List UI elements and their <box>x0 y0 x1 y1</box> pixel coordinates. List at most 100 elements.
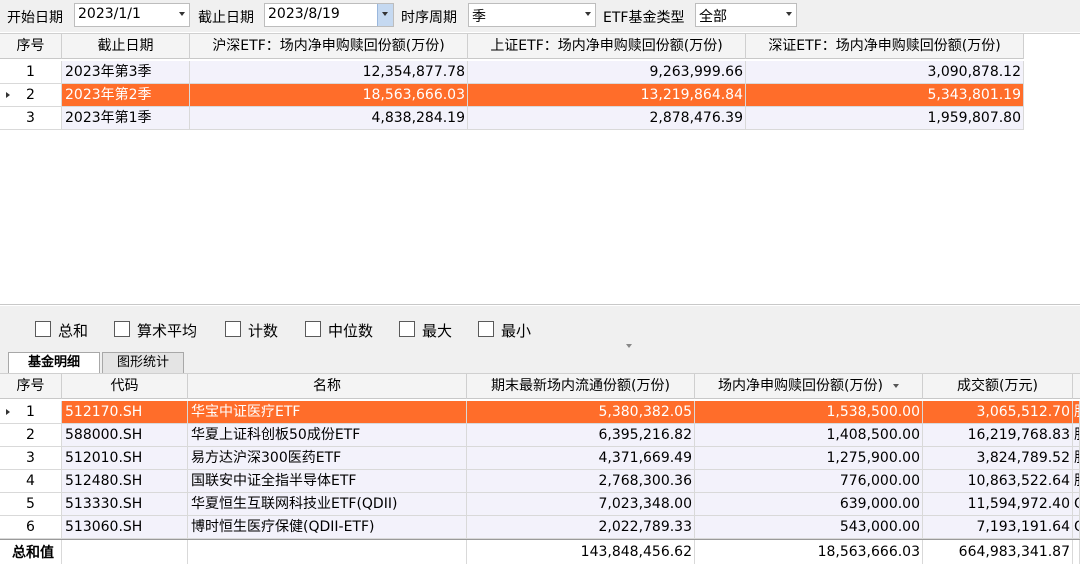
cell-shares: 4,371,669.49 <box>467 447 695 470</box>
cell-name: 华夏上证科创板50成份ETF <box>188 424 467 447</box>
table-row-selected[interactable]: 1 512170.SH 华宝中证医疗ETF 5,380,382.05 1,538… <box>0 401 1080 424</box>
end-date-value: 2023/8/19 <box>268 6 340 22</box>
chevron-down-icon[interactable] <box>786 12 792 16</box>
table-row[interactable]: 6 513060.SH 博时恒生医疗保健(QDII-ETF) 2,022,789… <box>0 516 1080 539</box>
cell-code: 588000.SH <box>62 424 188 447</box>
chevron-down-icon <box>382 12 388 16</box>
total-code <box>62 540 188 564</box>
col-header-index[interactable]: 序号 <box>0 374 62 399</box>
cell-hs-etf: 12,354,877.78 <box>190 61 468 84</box>
col-header-date[interactable]: 截止日期 <box>62 34 190 59</box>
total-shares: 143,848,456.62 <box>467 540 695 564</box>
count-label: 计数 <box>248 322 279 340</box>
row-index: 5 <box>0 493 62 516</box>
cell-date: 2023年第1季 <box>62 107 190 130</box>
cell-hs-etf: 4,838,284.19 <box>190 107 468 130</box>
cell-net: 543,000.00 <box>695 516 923 539</box>
median-label: 中位数 <box>328 322 374 340</box>
cell-overflow: 服 <box>1073 424 1080 447</box>
table-row[interactable]: 2 588000.SH 华夏上证科创板50成份ETF 6,395,216.82 … <box>0 424 1080 447</box>
splitter-caret-icon[interactable] <box>626 344 632 348</box>
total-overflow <box>1073 540 1080 564</box>
tab-strip: 基金明细 图形统计 <box>0 350 1080 374</box>
cell-overflow: Q <box>1073 493 1080 516</box>
cell-code: 513330.SH <box>62 493 188 516</box>
cell-date: 2023年第2季 <box>62 84 190 107</box>
start-date-picker[interactable]: 2023/1/1 <box>74 3 190 27</box>
col-header-shares[interactable]: 期末最新场内流通份额(万份) <box>467 374 695 399</box>
end-date-label: 截止日期 <box>198 10 254 26</box>
row-index: 6 <box>0 516 62 539</box>
checkbox-box[interactable] <box>35 321 51 337</box>
cell-code: 512170.SH <box>62 401 188 424</box>
col-header-name[interactable]: 名称 <box>188 374 467 399</box>
col-header-index[interactable]: 序号 <box>0 34 62 59</box>
detail-header: 序号 代码 名称 期末最新场内流通份额(万份) 场内净申购赎回份额(万份) 成交… <box>0 374 1080 399</box>
summary-header: 序号 截止日期 沪深ETF：场内净申购赎回份额(万份) 上证ETF：场内净申购赎… <box>0 34 1024 59</box>
table-row[interactable]: 5 513330.SH 华夏恒生互联网科技业ETF(QDII) 7,023,34… <box>0 493 1080 516</box>
cell-net: 1,408,500.00 <box>695 424 923 447</box>
cell-sz-etf: 5,343,801.19 <box>746 84 1024 107</box>
cell-shares: 6,395,216.82 <box>467 424 695 447</box>
row-index: 1 <box>0 401 62 424</box>
cell-sh-etf: 2,878,476.39 <box>468 107 746 130</box>
table-row[interactable]: 3 2023年第1季 4,838,284.19 2,878,476.39 1,9… <box>0 107 1024 130</box>
end-date-picker[interactable]: 2023/8/19 <box>264 3 394 27</box>
period-label: 时序周期 <box>401 10 457 26</box>
chevron-down-icon[interactable] <box>179 12 185 16</box>
cell-turnover: 7,193,191.64 <box>923 516 1073 539</box>
col-header-net-subscription[interactable]: 场内净申购赎回份额(万份) <box>695 374 923 399</box>
cell-sh-etf: 13,219,864.84 <box>468 84 746 107</box>
col-header-hs-etf[interactable]: 沪深ETF：场内净申购赎回份额(万份) <box>190 34 468 59</box>
row-pointer-icon <box>6 409 10 415</box>
sort-desc-icon <box>892 384 899 388</box>
row-pointer-icon <box>6 92 10 98</box>
cell-date: 2023年第3季 <box>62 61 190 84</box>
total-name <box>188 540 467 564</box>
table-row[interactable]: 4 512480.SH 国联安中证全指半导体ETF 2,768,300.36 7… <box>0 470 1080 493</box>
cell-turnover: 3,824,789.52 <box>923 447 1073 470</box>
checkbox-box[interactable] <box>305 321 321 337</box>
cell-overflow: 服 <box>1073 470 1080 493</box>
col-header-code[interactable]: 代码 <box>62 374 188 399</box>
cell-sh-etf: 9,263,999.66 <box>468 61 746 84</box>
cell-code: 512010.SH <box>62 447 188 470</box>
table-row[interactable]: 1 2023年第3季 12,354,877.78 9,263,999.66 3,… <box>0 61 1024 84</box>
dropdown-button[interactable] <box>377 4 393 26</box>
cell-turnover: 16,219,768.83 <box>923 424 1073 447</box>
cell-name: 华夏恒生互联网科技业ETF(QDII) <box>188 493 467 516</box>
col-header-sz-etf[interactable]: 深证ETF：场内净申购赎回份额(万份) <box>746 34 1024 59</box>
total-row: 总和值 143,848,456.62 18,563,666.03 664,983… <box>0 539 1080 564</box>
total-net: 18,563,666.03 <box>695 540 923 564</box>
tab-fund-detail[interactable]: 基金明细 <box>8 352 100 374</box>
row-index: 3 <box>0 447 62 470</box>
cell-sz-etf: 3,090,878.12 <box>746 61 1024 84</box>
col-header-sh-etf[interactable]: 上证ETF：场内净申购赎回份额(万份) <box>468 34 746 59</box>
checkbox-box[interactable] <box>225 321 241 337</box>
cell-turnover: 11,594,972.40 <box>923 493 1073 516</box>
cell-name: 博时恒生医疗保健(QDII-ETF) <box>188 516 467 539</box>
tab-chart-stats[interactable]: 图形统计 <box>102 352 184 373</box>
cell-shares: 2,022,789.33 <box>467 516 695 539</box>
period-select[interactable]: 季 <box>468 3 596 27</box>
row-index: 2 <box>0 84 62 107</box>
table-row[interactable]: 3 512010.SH 易方达沪深300医药ETF 4,371,669.49 1… <box>0 447 1080 470</box>
cell-net: 1,275,900.00 <box>695 447 923 470</box>
start-date-value: 2023/1/1 <box>78 6 141 22</box>
cell-code: 512480.SH <box>62 470 188 493</box>
row-index: 1 <box>0 61 62 84</box>
filter-toolbar: 开始日期 2023/1/1 截止日期 2023/8/19 时序周期 季 ETF基… <box>0 0 1080 32</box>
total-label: 总和值 <box>0 540 62 564</box>
cell-net: 639,000.00 <box>695 493 923 516</box>
chevron-down-icon[interactable] <box>585 12 591 16</box>
checkbox-box[interactable] <box>114 321 130 337</box>
checkbox-box[interactable] <box>399 321 415 337</box>
checkbox-box[interactable] <box>478 321 494 337</box>
cell-code: 513060.SH <box>62 516 188 539</box>
table-row-selected[interactable]: 2 2023年第2季 18,563,666.03 13,219,864.84 5… <box>0 84 1024 107</box>
etf-type-select[interactable]: 全部 <box>695 3 797 27</box>
cell-shares: 7,023,348.00 <box>467 493 695 516</box>
cell-shares: 5,380,382.05 <box>467 401 695 424</box>
col-header-turnover[interactable]: 成交额(万元) <box>923 374 1073 399</box>
cell-overflow: Q <box>1073 516 1080 539</box>
